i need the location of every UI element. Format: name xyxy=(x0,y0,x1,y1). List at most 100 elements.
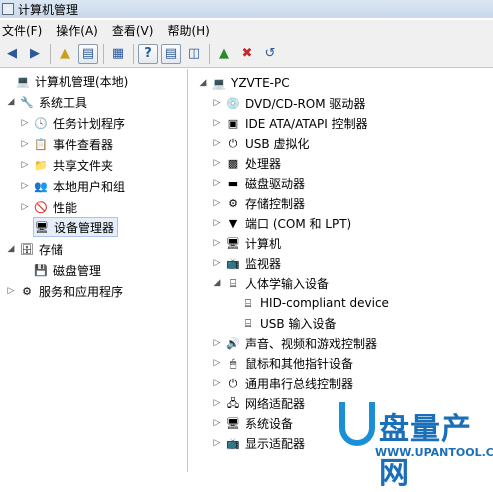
update-driver-icon[interactable]: ▲ xyxy=(214,44,234,64)
menu-help[interactable]: 帮助(H) xyxy=(167,22,209,39)
forward-arrow-icon[interactable]: ▶ xyxy=(25,44,45,64)
device-category-display-adapters[interactable]: ▷ 📺 显示适配器 xyxy=(212,433,305,453)
expand-icon[interactable]: ▷ xyxy=(6,286,16,296)
expand-icon[interactable]: ▷ xyxy=(212,198,222,208)
disable-device-icon[interactable]: ↺ xyxy=(260,44,280,64)
collapse-icon[interactable]: ◢ xyxy=(6,97,16,107)
port-icon: ▼ xyxy=(228,216,238,230)
device-label: 通用串行总线控制器 xyxy=(245,376,354,391)
usb-controller-icon: ⏻ xyxy=(228,376,238,390)
watermark-url: WWW.UPANTOOL.COM xyxy=(375,446,493,459)
tree-item-label: 事件查看器 xyxy=(53,137,114,152)
tree-item-event-viewer[interactable]: ▷ 📋 事件查看器 xyxy=(20,134,113,154)
device-item-usb-input[interactable]: ⌸ USB 输入设备 xyxy=(240,313,337,333)
expand-icon[interactable]: ▷ xyxy=(212,358,222,368)
tree-item-system-tools[interactable]: ◢ 🔧 系统工具 xyxy=(6,92,87,112)
device-category-storage-controllers[interactable]: ▷ ⚙ 存储控制器 xyxy=(212,193,305,213)
device-category-network[interactable]: ▷ 🖧 网络适配器 xyxy=(212,393,305,413)
tree-item-storage[interactable]: ◢ 🗄 存储 xyxy=(6,239,63,259)
expand-icon[interactable]: ▷ xyxy=(212,438,222,448)
expand-icon[interactable]: ▷ xyxy=(20,160,30,170)
expand-icon[interactable]: ▷ xyxy=(212,398,222,408)
device-label: 磁盘驱动器 xyxy=(245,176,306,191)
expand-icon[interactable]: ▷ xyxy=(212,418,222,428)
usb-icon: ⏻ xyxy=(228,136,238,150)
device-category-ide[interactable]: ▷ ▣ IDE ATA/ATAPI 控制器 xyxy=(212,113,368,133)
device-manager-icon: 🖥 xyxy=(35,220,49,234)
device-category-mouse[interactable]: ▷ 🖱 鼠标和其他指针设备 xyxy=(212,353,353,373)
expand-icon[interactable]: ▷ xyxy=(20,202,30,212)
disk-drive-icon: ▬ xyxy=(227,176,239,190)
expand-icon[interactable]: ▷ xyxy=(212,218,222,228)
device-label: 网络适配器 xyxy=(245,396,306,411)
tree-item-label: 本地用户和组 xyxy=(53,179,126,194)
tree-item-shared-folders[interactable]: ▷ 📁 共享文件夹 xyxy=(20,155,113,175)
tree-item-task-scheduler[interactable]: ▷ 🕓 任务计划程序 xyxy=(20,113,125,133)
device-category-monitors[interactable]: ▷ 📺 监视器 xyxy=(212,253,281,273)
device-category-ports[interactable]: ▷ ▼ 端口 (COM 和 LPT) xyxy=(212,213,352,233)
device-category-usb-virtualization[interactable]: ▷ ⏻ USB 虚拟化 xyxy=(212,133,310,153)
device-label: HID-compliant device xyxy=(260,296,389,310)
device-category-sound[interactable]: ▷ 🔊 声音、视频和游戏控制器 xyxy=(212,333,377,353)
expand-icon[interactable]: ▷ xyxy=(212,238,222,248)
properties-icon[interactable]: ▦ xyxy=(108,44,128,64)
expand-icon[interactable]: ▷ xyxy=(212,138,222,148)
device-label: 声音、视频和游戏控制器 xyxy=(245,336,378,351)
tree-item-label: 服务和应用程序 xyxy=(39,284,124,299)
uninstall-device-icon[interactable]: ✖ xyxy=(237,44,257,64)
expand-icon[interactable]: ▷ xyxy=(212,158,222,168)
hid-icon: ⌸ xyxy=(229,276,237,290)
tree-item-local-users-groups[interactable]: ▷ 👥 本地用户和组 xyxy=(20,176,125,196)
expand-icon[interactable]: ▷ xyxy=(212,98,222,108)
device-label: 鼠标和其他指针设备 xyxy=(245,356,354,371)
show-hide-tree-icon[interactable]: ▤ xyxy=(78,43,98,64)
back-arrow-icon[interactable]: ◀ xyxy=(2,44,22,64)
expand-icon[interactable]: ▷ xyxy=(20,139,30,149)
help-icon[interactable]: ? xyxy=(138,43,158,64)
device-root-computer[interactable]: ◢ 💻 YZVTE-PC xyxy=(198,73,290,93)
shared-folder-icon: 📁 xyxy=(34,158,48,172)
device-category-processor[interactable]: ▷ ▩ 处理器 xyxy=(212,153,281,173)
computer-management-icon: 💻 xyxy=(16,74,30,88)
clock-icon: 🕓 xyxy=(34,116,48,130)
toolbar-separator xyxy=(50,43,51,64)
expand-icon[interactable]: ▷ xyxy=(20,118,30,128)
device-category-disk-drives[interactable]: ▷ ▬ 磁盘驱动器 xyxy=(212,173,305,193)
collapse-icon[interactable]: ◢ xyxy=(212,278,222,288)
collapse-icon[interactable]: ◢ xyxy=(6,244,16,254)
tree-item-performance[interactable]: ▷ 🚫 性能 xyxy=(20,197,77,217)
tree-item-label: 存储 xyxy=(39,242,64,257)
tree-item-computer-management[interactable]: 💻 计算机管理(本地) xyxy=(2,71,128,91)
expand-icon[interactable]: ▷ xyxy=(212,178,222,188)
menu-file[interactable]: 文件(F) xyxy=(2,22,42,39)
expand-icon[interactable]: ▷ xyxy=(20,181,30,191)
expand-icon[interactable]: ▷ xyxy=(212,378,222,388)
tree-item-device-manager[interactable]: 🖥 设备管理器 xyxy=(33,217,119,237)
scan-hardware-icon[interactable]: ◫ xyxy=(184,44,204,64)
menu-action[interactable]: 操作(A) xyxy=(56,22,98,39)
expand-icon[interactable]: ▷ xyxy=(212,258,222,268)
up-folder-icon[interactable]: ▲ xyxy=(55,44,75,64)
expand-icon[interactable]: ▷ xyxy=(212,118,222,128)
device-item-hid-compliant[interactable]: ⌸ HID-compliant device xyxy=(240,293,389,313)
show-action-pane-icon[interactable]: ▤ xyxy=(161,43,181,64)
tree-item-services-applications[interactable]: ▷ ⚙ 服务和应用程序 xyxy=(6,281,123,301)
device-category-usb-controllers[interactable]: ▷ ⏻ 通用串行总线控制器 xyxy=(212,373,353,393)
title-bar: 计算机管理 xyxy=(0,0,493,18)
tools-icon: 🔧 xyxy=(20,95,34,109)
device-label: 系统设备 xyxy=(245,416,294,431)
sound-icon: 🔊 xyxy=(226,336,240,350)
device-label: IDE ATA/ATAPI 控制器 xyxy=(245,116,368,131)
collapse-icon[interactable]: ◢ xyxy=(198,78,208,88)
menu-view[interactable]: 查看(V) xyxy=(112,22,154,39)
device-category-dvd[interactable]: ▷ 💿 DVD/CD-ROM 驱动器 xyxy=(212,93,366,113)
expand-icon[interactable]: ▷ xyxy=(212,338,222,348)
display-adapter-icon: 📺 xyxy=(226,436,240,450)
event-viewer-icon: 📋 xyxy=(34,137,48,151)
tree-item-disk-management[interactable]: 💾 磁盘管理 xyxy=(33,260,101,280)
processor-icon: ▩ xyxy=(227,156,239,170)
hid-device-icon: ⌸ xyxy=(244,316,252,330)
device-category-system-devices[interactable]: ▷ 🖥 系统设备 xyxy=(212,413,293,433)
device-category-hid[interactable]: ◢ ⌸ 人体学输入设备 xyxy=(212,273,329,293)
device-category-computer[interactable]: ▷ 🖥 计算机 xyxy=(212,233,281,253)
